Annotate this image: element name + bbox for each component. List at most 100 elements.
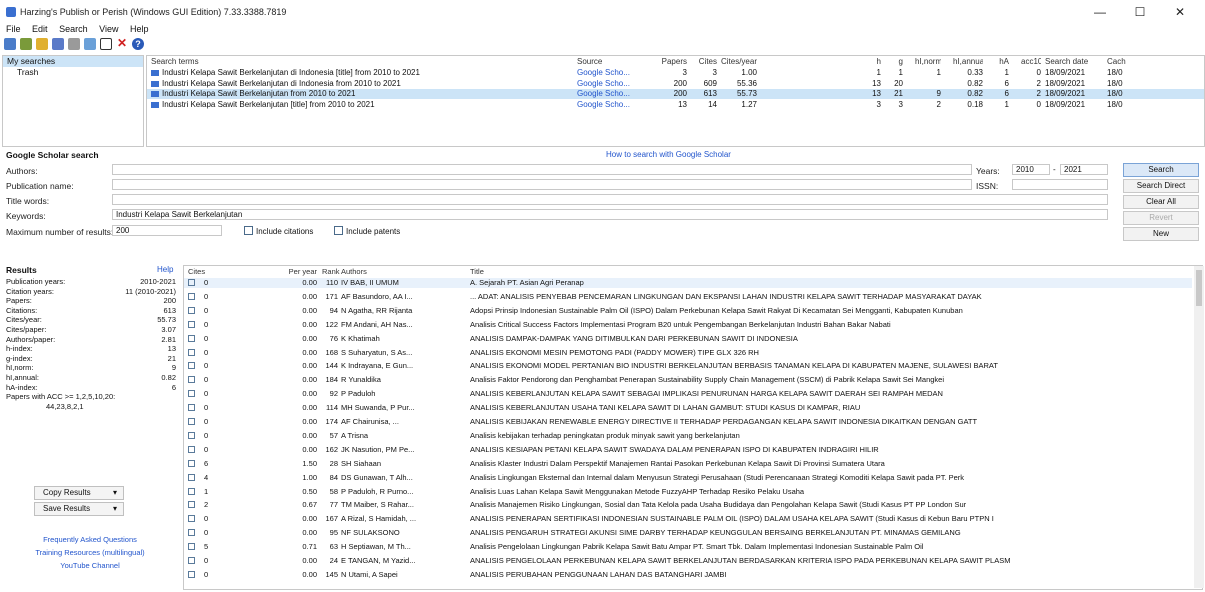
result-checkbox[interactable] bbox=[188, 404, 195, 412]
result-checkbox[interactable] bbox=[188, 279, 195, 286]
results-help-link[interactable]: Help bbox=[157, 265, 173, 274]
result-row[interactable]: 0 0.00 110 IV BAB, II UMUM A. Sejarah PT. As… bbox=[184, 278, 1192, 289]
save-icon[interactable] bbox=[52, 38, 64, 50]
result-row[interactable]: 5 0.71 63 H Septiawan, M Th... Analisis Peng… bbox=[184, 542, 1192, 552]
result-checkbox[interactable] bbox=[188, 501, 195, 509]
title-words-field[interactable] bbox=[112, 194, 1108, 205]
query-col-header[interactable]: Cach bbox=[1107, 57, 1147, 67]
query-col-header[interactable]: Cites/year bbox=[719, 57, 757, 67]
result-row[interactable]: 0 0.00 57 A Trisna Analisis kebijakan terhad… bbox=[184, 431, 1192, 441]
issn-field[interactable] bbox=[1012, 179, 1108, 190]
new-button[interactable]: New bbox=[1123, 227, 1199, 241]
clear-all-button[interactable]: Clear All bbox=[1123, 195, 1199, 209]
result-checkbox[interactable] bbox=[188, 557, 195, 564]
help-link[interactable]: How to search with Google Scholar bbox=[606, 150, 731, 159]
revert-button[interactable]: Revert bbox=[1123, 211, 1199, 225]
include-citations-checkbox[interactable] bbox=[244, 226, 253, 235]
paste-icon[interactable] bbox=[84, 38, 96, 50]
result-checkbox[interactable] bbox=[188, 431, 195, 439]
help-icon[interactable]: ? bbox=[132, 38, 144, 50]
authors-field[interactable] bbox=[112, 164, 972, 175]
tree-item-my-searches[interactable]: My searches bbox=[3, 56, 143, 67]
new-search-icon[interactable] bbox=[4, 38, 16, 50]
menu-edit[interactable]: Edit bbox=[32, 24, 48, 34]
query-col-header[interactable]: hI,annual bbox=[953, 57, 983, 67]
result-row[interactable]: 0 0.00 184 R Yunaldika Analisis Faktor Pendo… bbox=[184, 375, 1192, 385]
result-row[interactable]: 0 0.00 174 AF Chairunisa, ... ANALISIS KEBIJ… bbox=[184, 417, 1192, 427]
training-link[interactable]: Training Resources (multilingual) bbox=[2, 548, 178, 557]
result-row[interactable]: 0 0.00 24 E TANGAN, M Yazid... ANALISIS PENG… bbox=[184, 556, 1192, 566]
result-row[interactable]: 0 0.00 114 MH Suwanda, P Pur... ANALISIS KEB… bbox=[184, 403, 1192, 413]
save-results-button[interactable]: Save Results ▾ bbox=[34, 502, 124, 516]
scrollbar-thumb[interactable] bbox=[1196, 270, 1202, 306]
delete-icon[interactable]: ✕ bbox=[116, 37, 128, 50]
publication-field[interactable] bbox=[112, 179, 972, 190]
menu-view[interactable]: View bbox=[99, 24, 118, 34]
result-row[interactable]: 0 0.00 167 A Rizal, S Hamidah, ... ANALISIS … bbox=[184, 514, 1192, 524]
query-row[interactable]: Industri Kelapa Sawit Berkelanjutan di I… bbox=[147, 68, 1204, 78]
result-checkbox[interactable] bbox=[188, 529, 195, 537]
result-row[interactable]: 0 0.00 168 S Suharyatun, S As... ANALISIS EK… bbox=[184, 348, 1192, 358]
result-checkbox[interactable] bbox=[188, 473, 195, 481]
result-checkbox[interactable] bbox=[188, 348, 195, 356]
result-row[interactable]: 2 0.67 77 TM Maiber, S Rahar... Analisis Man… bbox=[184, 500, 1192, 510]
result-checkbox[interactable] bbox=[188, 362, 195, 370]
result-checkbox[interactable] bbox=[188, 487, 195, 495]
result-row[interactable]: 4 1.00 84 DS Gunawan, T Alh... Analisis Ling… bbox=[184, 473, 1192, 483]
result-row[interactable]: 0 0.00 122 FM Andani, AH Nas... Analisis Cri… bbox=[184, 320, 1192, 330]
query-col-header[interactable]: h bbox=[865, 57, 881, 67]
query-col-header[interactable]: Search terms bbox=[151, 57, 541, 67]
query-col-header[interactable]: Cites bbox=[691, 57, 717, 67]
window-icon[interactable] bbox=[100, 38, 112, 50]
col-rank[interactable]: Rank bbox=[322, 267, 340, 277]
result-checkbox[interactable] bbox=[188, 376, 195, 384]
query-col-header[interactable]: g bbox=[887, 57, 903, 67]
result-row[interactable]: 0 0.00 92 P Paduloh ANALISIS KEBERLANJUTAN K… bbox=[184, 389, 1192, 399]
query-col-header[interactable]: Search date bbox=[1045, 57, 1097, 67]
maximize-button[interactable]: ☐ bbox=[1125, 4, 1155, 20]
folder-icon[interactable] bbox=[36, 38, 48, 50]
result-checkbox[interactable] bbox=[188, 515, 195, 523]
result-checkbox[interactable] bbox=[188, 459, 195, 467]
result-row[interactable]: 0 0.00 162 JK Nasution, PM Pe... ANALISIS KE… bbox=[184, 445, 1192, 455]
result-row[interactable]: 1 0.50 58 P Paduloh, R Purno... Analisis Lua… bbox=[184, 487, 1192, 497]
results-scrollbar[interactable] bbox=[1194, 266, 1204, 588]
query-row[interactable]: Industri Kelapa Sawit Berkelanjutan from… bbox=[147, 89, 1204, 99]
query-col-header[interactable]: acc10 bbox=[1021, 57, 1041, 67]
col-title[interactable]: Title bbox=[470, 267, 484, 277]
year-to-field[interactable]: 2021 bbox=[1060, 164, 1108, 175]
menu-file[interactable]: File bbox=[6, 24, 21, 34]
result-checkbox[interactable] bbox=[188, 445, 195, 453]
query-col-header[interactable]: hI,norm bbox=[915, 57, 941, 67]
open-folder-icon[interactable] bbox=[20, 38, 32, 50]
result-checkbox[interactable] bbox=[188, 543, 195, 551]
max-results-select[interactable]: 200 bbox=[112, 225, 222, 236]
query-col-header[interactable]: hA bbox=[993, 57, 1009, 67]
menu-search[interactable]: Search bbox=[59, 24, 88, 34]
col-authors[interactable]: Authors bbox=[341, 267, 367, 277]
col-per-year[interactable]: Per year bbox=[267, 267, 317, 277]
keywords-field[interactable]: Industri Kelapa Sawit Berkelanjutan bbox=[112, 209, 1108, 220]
youtube-link[interactable]: YouTube Channel bbox=[2, 561, 178, 570]
result-row[interactable]: 0 0.00 95 NF SULAKSONO ANALISIS PENGARUH STR… bbox=[184, 528, 1192, 538]
copy-icon[interactable] bbox=[68, 38, 80, 50]
search-button[interactable]: Search bbox=[1123, 163, 1199, 177]
result-checkbox[interactable] bbox=[188, 320, 195, 328]
faq-link[interactable]: Frequently Asked Questions bbox=[2, 535, 178, 544]
query-col-header[interactable]: Source bbox=[577, 57, 635, 67]
result-row[interactable]: 0 0.00 144 K Indrayana, E Gun... ANALISIS EK… bbox=[184, 361, 1192, 371]
search-direct-button[interactable]: Search Direct bbox=[1123, 179, 1199, 193]
result-checkbox[interactable] bbox=[188, 334, 195, 342]
result-row[interactable]: 0 0.00 171 AF Basundoro, AA I... ... ADAT: A… bbox=[184, 292, 1192, 302]
result-checkbox[interactable] bbox=[188, 418, 195, 425]
result-checkbox[interactable] bbox=[188, 306, 195, 314]
result-checkbox[interactable] bbox=[188, 570, 195, 578]
year-from-field[interactable]: 2010 bbox=[1012, 164, 1050, 175]
close-button[interactable]: ✕ bbox=[1165, 4, 1195, 20]
query-row[interactable]: Industri Kelapa Sawit Berkelanjutan [tit… bbox=[147, 100, 1204, 110]
copy-results-button[interactable]: Copy Results ▾ bbox=[34, 486, 124, 500]
result-row[interactable]: 0 0.00 76 K Khatimah ANALISIS DAMPAK-DAMPAK … bbox=[184, 334, 1192, 344]
menu-help[interactable]: Help bbox=[130, 24, 149, 34]
result-row[interactable]: 6 1.50 28 SH Siahaan Analisis Klaster Indust… bbox=[184, 459, 1192, 469]
result-checkbox[interactable] bbox=[188, 292, 195, 300]
